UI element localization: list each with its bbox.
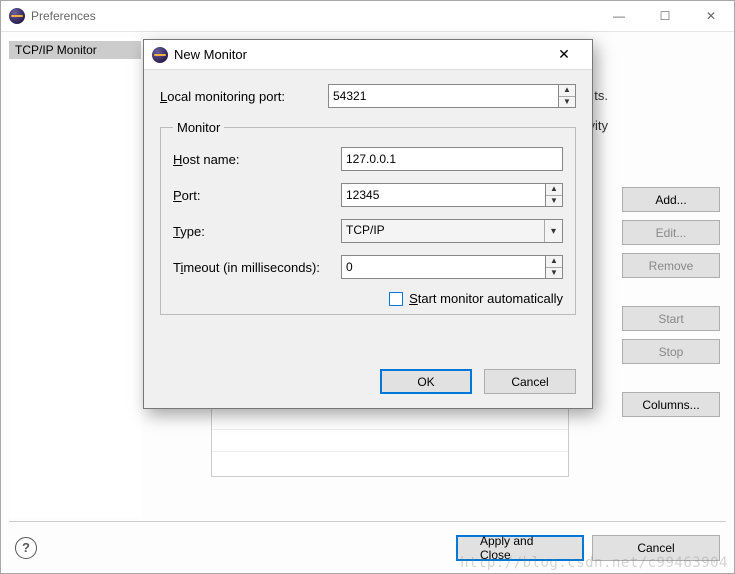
start-button[interactable]: Start — [622, 306, 720, 331]
dialog-close-button[interactable]: ✕ — [544, 46, 584, 63]
new-monitor-dialog: New Monitor ✕ Local monitoring port: ▲▼ … — [143, 39, 593, 409]
add-button[interactable]: Add... — [622, 187, 720, 212]
port-spinner[interactable]: ▲▼ — [341, 183, 563, 207]
local-port-spinner[interactable]: ▲▼ — [328, 84, 576, 108]
ok-button[interactable]: OK — [380, 369, 472, 394]
local-port-row: Local monitoring port: ▲▼ — [160, 84, 576, 108]
type-row: Type: TCP/IP ▾ — [173, 219, 563, 243]
new-monitor-title: New Monitor — [174, 47, 247, 62]
spin-down-icon[interactable]: ▼ — [546, 268, 562, 279]
spin-down-icon[interactable]: ▼ — [559, 97, 575, 108]
auto-start-checkbox[interactable] — [389, 292, 403, 306]
stop-button[interactable]: Stop — [622, 339, 720, 364]
dialog-cancel-button[interactable]: Cancel — [484, 369, 576, 394]
new-monitor-titlebar: New Monitor ✕ — [144, 40, 592, 70]
host-input[interactable] — [341, 147, 563, 171]
spin-up-icon[interactable]: ▲ — [546, 256, 562, 268]
side-buttons: Add... Edit... Remove Start Stop Columns… — [622, 187, 720, 417]
close-button[interactable]: ✕ — [688, 1, 734, 31]
eclipse-icon — [152, 47, 168, 63]
preferences-tree[interactable]: TCP/IP Monitor — [9, 37, 141, 517]
local-port-label: Local monitoring port: — [160, 89, 328, 104]
auto-start-label: Start monitor automatically — [409, 291, 563, 306]
spin-down-icon[interactable]: ▼ — [546, 196, 562, 207]
minimize-button[interactable]: — — [596, 1, 642, 31]
dialog-actions: OK Cancel — [144, 359, 592, 408]
spin-up-icon[interactable]: ▲ — [559, 85, 575, 97]
new-monitor-body: Local monitoring port: ▲▼ Monitor Host n… — [144, 70, 592, 359]
edit-button[interactable]: Edit... — [622, 220, 720, 245]
preferences-titlebar: Preferences — ☐ ✕ — [1, 1, 734, 32]
preferences-title: Preferences — [31, 9, 96, 23]
chevron-down-icon[interactable]: ▾ — [544, 220, 562, 242]
type-label: Type: — [173, 224, 341, 239]
host-label: Host name: — [173, 152, 341, 167]
port-row: Port: ▲▼ — [173, 183, 563, 207]
monitor-group-label: Monitor — [173, 120, 224, 135]
timeout-input[interactable] — [341, 255, 545, 279]
window-controls: — ☐ ✕ — [596, 1, 734, 31]
auto-start-row: Start monitor automatically — [173, 291, 563, 306]
timeout-row: Timeout (in milliseconds): ▲▼ — [173, 255, 563, 279]
eclipse-icon — [9, 8, 25, 24]
type-value: TCP/IP — [342, 220, 544, 242]
monitor-group: Monitor Host name: Port: ▲▼ — [160, 120, 576, 315]
columns-button[interactable]: Columns... — [622, 392, 720, 417]
watermark-text: http://blog.csdn.net/c99463904 — [460, 555, 728, 571]
port-spin-buttons[interactable]: ▲▼ — [545, 183, 563, 207]
local-port-spin-buttons[interactable]: ▲▼ — [558, 84, 576, 108]
port-label: Port: — [173, 188, 341, 203]
timeout-label: Timeout (in milliseconds): — [173, 260, 341, 275]
type-select[interactable]: TCP/IP ▾ — [341, 219, 563, 243]
timeout-spin-buttons[interactable]: ▲▼ — [545, 255, 563, 279]
timeout-spinner[interactable]: ▲▼ — [341, 255, 563, 279]
host-row: Host name: — [173, 147, 563, 171]
help-icon[interactable]: ? — [15, 537, 37, 559]
tree-item-tcpip-monitor[interactable]: TCP/IP Monitor — [9, 41, 141, 59]
maximize-button[interactable]: ☐ — [642, 1, 688, 31]
spin-up-icon[interactable]: ▲ — [546, 184, 562, 196]
preferences-window: Preferences — ☐ ✕ TCP/IP Monitor ts. vit… — [0, 0, 735, 574]
remove-button[interactable]: Remove — [622, 253, 720, 278]
port-input[interactable] — [341, 183, 545, 207]
local-port-input[interactable] — [328, 84, 558, 108]
